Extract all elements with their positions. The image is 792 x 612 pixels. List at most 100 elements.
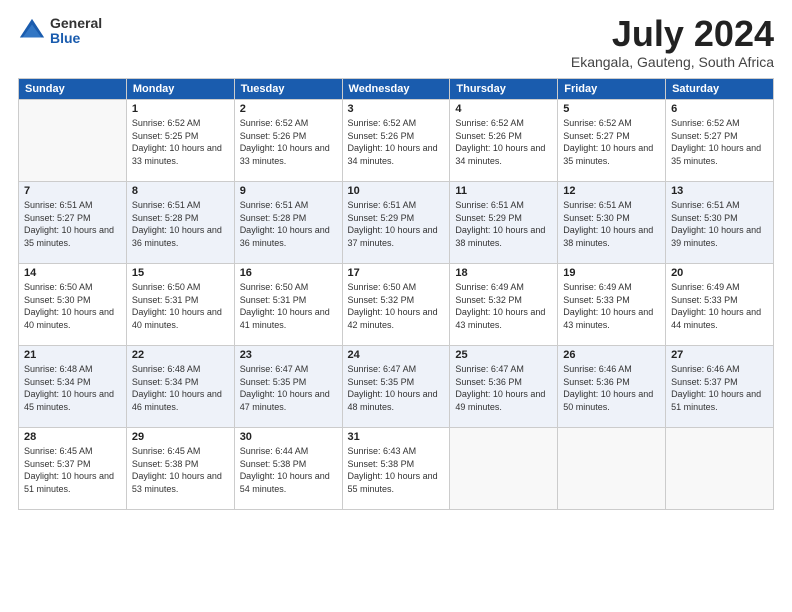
day-cell: 16Sunrise: 6:50 AM Sunset: 5:31 PM Dayli… xyxy=(234,264,342,346)
day-cell xyxy=(19,100,127,182)
calendar-table: Sunday Monday Tuesday Wednesday Thursday… xyxy=(18,78,774,510)
day-cell: 7 Sunrise: 6:51 AM Sunset: 5:27 PM Daylig… xyxy=(19,182,127,264)
day-info: Sunrise: 6:51 AM Sunset: 5:28 PM Dayligh… xyxy=(240,199,337,249)
day-info: Sunrise: 6:52 AM Sunset: 5:26 PM Dayligh… xyxy=(240,117,337,167)
day-info: Sunrise: 6:51 AM Sunset: 5:29 PM Dayligh… xyxy=(348,199,445,249)
day-info: Sunrise: 6:49 AM Sunset: 5:33 PM Dayligh… xyxy=(563,281,660,331)
day-cell: 21 Sunrise: 6:48 AM Sunset: 5:34 PM Dayli… xyxy=(19,346,127,428)
day-number: 21 xyxy=(24,349,121,361)
col-saturday: Saturday xyxy=(666,79,774,100)
day-info: Sunrise: 6:50 AM Sunset: 5:32 PM Dayligh… xyxy=(348,281,445,331)
day-cell: 6Sunrise: 6:52 AM Sunset: 5:27 PM Daylig… xyxy=(666,100,774,182)
week-row-5: 28 Sunrise: 6:45 AM Sunset: 5:37 PM Dayli… xyxy=(19,428,774,510)
day-cell: 20Sunrise: 6:49 AM Sunset: 5:33 PM Dayli… xyxy=(666,264,774,346)
day-cell: 4 Sunrise: 6:52 AM Sunset: 5:26 PM Daylig… xyxy=(450,100,558,182)
day-info: Sunrise: 6:47 AM Sunset: 5:36 PM Dayligh… xyxy=(455,363,552,413)
day-cell: 13Sunrise: 6:51 AM Sunset: 5:30 PM Dayli… xyxy=(666,182,774,264)
day-info: Sunrise: 6:52 AM Sunset: 5:27 PM Dayligh… xyxy=(671,117,768,167)
month-title: July 2024 xyxy=(571,16,774,52)
day-info: Sunrise: 6:49 AM Sunset: 5:33 PM Dayligh… xyxy=(671,281,768,331)
day-number: 31 xyxy=(348,431,445,443)
day-cell: 10 Sunrise: 6:51 AM Sunset: 5:29 PM Dayli… xyxy=(342,182,450,264)
day-cell: 8 Sunrise: 6:51 AM Sunset: 5:28 PM Daylig… xyxy=(126,182,234,264)
day-info: Sunrise: 6:50 AM Sunset: 5:31 PM Dayligh… xyxy=(240,281,337,331)
day-info: Sunrise: 6:44 AM Sunset: 5:38 PM Dayligh… xyxy=(240,445,337,495)
col-wednesday: Wednesday xyxy=(342,79,450,100)
day-info: Sunrise: 6:48 AM Sunset: 5:34 PM Dayligh… xyxy=(24,363,121,413)
day-number: 14 xyxy=(24,267,121,279)
day-cell: 30Sunrise: 6:44 AM Sunset: 5:38 PM Dayli… xyxy=(234,428,342,510)
day-cell: 14 Sunrise: 6:50 AM Sunset: 5:30 PM Dayli… xyxy=(19,264,127,346)
day-cell: 23Sunrise: 6:47 AM Sunset: 5:35 PM Dayli… xyxy=(234,346,342,428)
logo: General Blue xyxy=(18,16,102,47)
day-info: Sunrise: 6:51 AM Sunset: 5:27 PM Dayligh… xyxy=(24,199,121,249)
day-cell: 5 Sunrise: 6:52 AM Sunset: 5:27 PM Daylig… xyxy=(558,100,666,182)
header-row: Sunday Monday Tuesday Wednesday Thursday… xyxy=(19,79,774,100)
day-info: Sunrise: 6:47 AM Sunset: 5:35 PM Dayligh… xyxy=(348,363,445,413)
day-cell: 29 Sunrise: 6:45 AM Sunset: 5:38 PM Dayli… xyxy=(126,428,234,510)
week-row-2: 7 Sunrise: 6:51 AM Sunset: 5:27 PM Daylig… xyxy=(19,182,774,264)
day-info: Sunrise: 6:52 AM Sunset: 5:26 PM Dayligh… xyxy=(348,117,445,167)
day-number: 9 xyxy=(240,185,337,197)
day-info: Sunrise: 6:51 AM Sunset: 5:29 PM Dayligh… xyxy=(455,199,552,249)
col-thursday: Thursday xyxy=(450,79,558,100)
day-info: Sunrise: 6:52 AM Sunset: 5:27 PM Dayligh… xyxy=(563,117,660,167)
day-cell: 24 Sunrise: 6:47 AM Sunset: 5:35 PM Dayli… xyxy=(342,346,450,428)
day-info: Sunrise: 6:45 AM Sunset: 5:38 PM Dayligh… xyxy=(132,445,229,495)
day-number: 12 xyxy=(563,185,660,197)
day-number: 28 xyxy=(24,431,121,443)
day-number: 10 xyxy=(348,185,445,197)
logo-icon xyxy=(18,17,46,45)
day-info: Sunrise: 6:46 AM Sunset: 5:37 PM Dayligh… xyxy=(671,363,768,413)
day-info: Sunrise: 6:43 AM Sunset: 5:38 PM Dayligh… xyxy=(348,445,445,495)
day-cell: 27 Sunrise: 6:46 AM Sunset: 5:37 PM Dayli… xyxy=(666,346,774,428)
day-number: 13 xyxy=(671,185,768,197)
day-cell: 26 Sunrise: 6:46 AM Sunset: 5:36 PM Dayli… xyxy=(558,346,666,428)
day-number: 19 xyxy=(563,267,660,279)
calendar-page: General Blue July 2024 Ekangala, Gauteng… xyxy=(0,0,792,612)
day-number: 25 xyxy=(455,349,552,361)
day-info: Sunrise: 6:51 AM Sunset: 5:28 PM Dayligh… xyxy=(132,199,229,249)
day-info: Sunrise: 6:45 AM Sunset: 5:37 PM Dayligh… xyxy=(24,445,121,495)
week-row-4: 21 Sunrise: 6:48 AM Sunset: 5:34 PM Dayli… xyxy=(19,346,774,428)
logo-text: General Blue xyxy=(50,16,102,47)
day-number: 4 xyxy=(455,103,552,115)
day-cell: 11 Sunrise: 6:51 AM Sunset: 5:29 PM Dayli… xyxy=(450,182,558,264)
day-number: 17 xyxy=(348,267,445,279)
day-info: Sunrise: 6:50 AM Sunset: 5:30 PM Dayligh… xyxy=(24,281,121,331)
day-number: 3 xyxy=(348,103,445,115)
day-info: Sunrise: 6:52 AM Sunset: 5:25 PM Dayligh… xyxy=(132,117,229,167)
day-number: 1 xyxy=(132,103,229,115)
day-number: 27 xyxy=(671,349,768,361)
day-info: Sunrise: 6:47 AM Sunset: 5:35 PM Dayligh… xyxy=(240,363,337,413)
day-cell: 17 Sunrise: 6:50 AM Sunset: 5:32 PM Dayli… xyxy=(342,264,450,346)
day-number: 11 xyxy=(455,185,552,197)
day-cell: 19 Sunrise: 6:49 AM Sunset: 5:33 PM Dayli… xyxy=(558,264,666,346)
day-cell: 25 Sunrise: 6:47 AM Sunset: 5:36 PM Dayli… xyxy=(450,346,558,428)
logo-blue: Blue xyxy=(50,31,102,46)
day-info: Sunrise: 6:49 AM Sunset: 5:32 PM Dayligh… xyxy=(455,281,552,331)
day-number: 2 xyxy=(240,103,337,115)
day-number: 7 xyxy=(24,185,121,197)
title-area: July 2024 Ekangala, Gauteng, South Afric… xyxy=(571,16,774,70)
col-sunday: Sunday xyxy=(19,79,127,100)
day-cell: 1 Sunrise: 6:52 AM Sunset: 5:25 PM Daylig… xyxy=(126,100,234,182)
day-cell xyxy=(666,428,774,510)
day-number: 29 xyxy=(132,431,229,443)
day-number: 5 xyxy=(563,103,660,115)
day-cell: 31 Sunrise: 6:43 AM Sunset: 5:38 PM Dayli… xyxy=(342,428,450,510)
day-info: Sunrise: 6:46 AM Sunset: 5:36 PM Dayligh… xyxy=(563,363,660,413)
day-number: 26 xyxy=(563,349,660,361)
day-cell: 22Sunrise: 6:48 AM Sunset: 5:34 PM Dayli… xyxy=(126,346,234,428)
day-cell: 28 Sunrise: 6:45 AM Sunset: 5:37 PM Dayli… xyxy=(19,428,127,510)
week-row-1: 1 Sunrise: 6:52 AM Sunset: 5:25 PM Daylig… xyxy=(19,100,774,182)
day-cell: 18Sunrise: 6:49 AM Sunset: 5:32 PM Dayli… xyxy=(450,264,558,346)
day-cell xyxy=(558,428,666,510)
day-number: 8 xyxy=(132,185,229,197)
day-number: 15 xyxy=(132,267,229,279)
day-cell: 3 Sunrise: 6:52 AM Sunset: 5:26 PM Daylig… xyxy=(342,100,450,182)
day-info: Sunrise: 6:52 AM Sunset: 5:26 PM Dayligh… xyxy=(455,117,552,167)
header: General Blue July 2024 Ekangala, Gauteng… xyxy=(18,16,774,70)
day-cell: 15Sunrise: 6:50 AM Sunset: 5:31 PM Dayli… xyxy=(126,264,234,346)
day-number: 24 xyxy=(348,349,445,361)
